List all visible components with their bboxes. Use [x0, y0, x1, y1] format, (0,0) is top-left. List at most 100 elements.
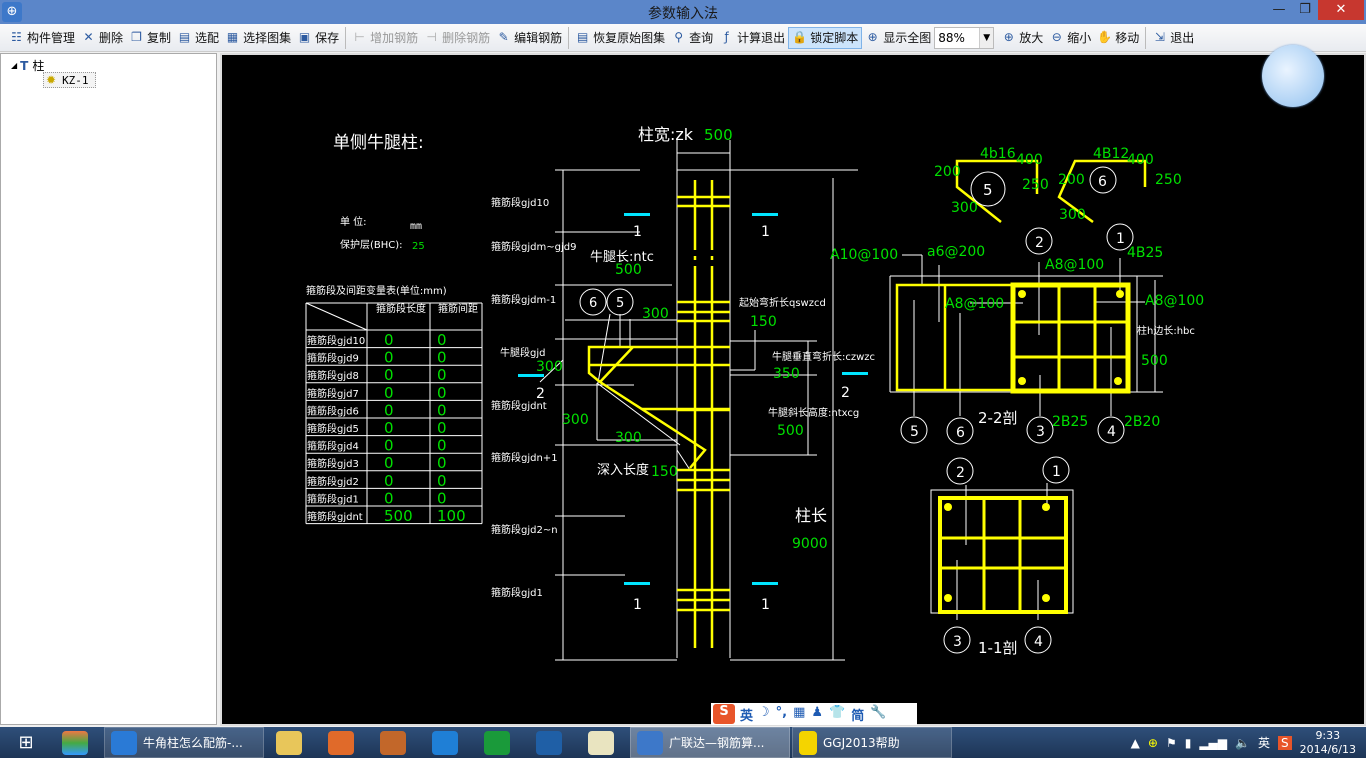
rebar-mark-1: 1	[1052, 464, 1061, 480]
toolbar-button-5[interactable]: ▣ 保存	[294, 27, 342, 49]
component-tree: ◢ T 柱 ✹ KZ-1	[0, 53, 217, 725]
toolbar-button-14[interactable]: ⊕ 放大	[998, 27, 1046, 49]
zoom-select[interactable]: 88% ▼	[934, 26, 995, 49]
clock[interactable]: 9:33 2014/6/13	[1300, 729, 1356, 757]
table-cell-length[interactable]: 0	[384, 384, 394, 402]
toolbar-button-4[interactable]: ▦ 选择图集	[222, 27, 294, 49]
mark-5: 5	[616, 296, 624, 311]
table-cell-length[interactable]: 0	[384, 331, 394, 349]
table-cell-spacing[interactable]: 0	[437, 472, 447, 490]
taskbar-store-icon[interactable]	[474, 727, 526, 758]
chevron-down-icon[interactable]: ▼	[979, 27, 994, 48]
section-1-mark: 1	[633, 597, 642, 613]
maximize-button[interactable]: ❐	[1290, 0, 1320, 20]
add-rebar-icon: ⊢	[354, 30, 365, 44]
taskbar-app-icon[interactable]	[318, 727, 370, 758]
toolbar-button-1[interactable]: ✕ 删除	[78, 27, 126, 49]
tray-lang[interactable]: 英	[1258, 734, 1270, 751]
taskbar-help-window[interactable]: GGJ2013帮助	[792, 727, 952, 758]
rebar-mark-1: 1	[1116, 231, 1125, 247]
ime-item[interactable]: 👕	[829, 705, 845, 724]
table-cell-spacing[interactable]: 0	[437, 349, 447, 367]
drawing-canvas[interactable]: 单侧牛腿柱: 单 位: mm 保护层(BHC): 25 箍筋段及间距变量表(单位…	[220, 45, 1366, 726]
table-cell-length[interactable]: 0	[384, 454, 394, 472]
table-cell-length[interactable]: 0	[384, 437, 394, 455]
taskbar-app-icon[interactable]	[526, 727, 578, 758]
section-markers	[518, 213, 868, 585]
close-button[interactable]: ✕	[1318, 0, 1364, 20]
sogou-icon[interactable]: S	[713, 704, 735, 724]
toolbar-button-6[interactable]: ⊢ 增加钢筋	[349, 27, 421, 49]
start-button[interactable]: ⊞	[0, 727, 52, 758]
table-cell-spacing[interactable]: 0	[437, 401, 447, 419]
table-cell-spacing[interactable]: 0	[437, 489, 447, 507]
table-cell-length[interactable]: 0	[384, 401, 394, 419]
table-cell-spacing[interactable]: 100	[437, 507, 466, 525]
toolbar-button-15[interactable]: ⊖ 缩小	[1046, 27, 1094, 49]
table-cell-length[interactable]: 0	[384, 472, 394, 490]
flag-icon[interactable]: ⚑	[1166, 736, 1177, 750]
s22-title: 2-2剖	[978, 409, 1018, 427]
copy-icon: ❐	[131, 30, 142, 44]
bar6-spec: 4B12	[1093, 146, 1129, 162]
help-icon	[799, 730, 817, 755]
toolbar-button-16[interactable]: ✋ 移动	[1094, 27, 1142, 49]
s22-2b20: 2B20	[1124, 414, 1160, 430]
toolbar-button-13[interactable]: ⊕ 显示全图	[862, 27, 934, 49]
s22-2b25: 2B25	[1052, 414, 1088, 430]
ime-item[interactable]: 🔧	[870, 705, 886, 724]
toolbar-button-0[interactable]: ☷ 构件管理	[6, 27, 78, 49]
battery-icon[interactable]: ▮	[1185, 736, 1192, 750]
tree-node-kz1[interactable]: ✹ KZ-1	[43, 72, 96, 88]
taskbar-notepad-icon[interactable]	[578, 727, 630, 758]
toolbar-button-2[interactable]: ❐ 复制	[126, 27, 174, 49]
table-cell-spacing[interactable]: 0	[437, 384, 447, 402]
taskbar-explorer-icon[interactable]	[266, 727, 318, 758]
volume-icon[interactable]: 🔈	[1235, 736, 1250, 750]
toolbar-button-7[interactable]: ⊣ 删除钢筋	[421, 27, 493, 49]
table-cell-length[interactable]: 0	[384, 349, 394, 367]
ime-lang[interactable]: 英	[740, 705, 753, 724]
component-manage-icon: ☷	[11, 30, 22, 44]
tree-node-column[interactable]: ◢ T 柱	[11, 57, 44, 74]
tray-expand-icon[interactable]: ▲	[1131, 736, 1140, 750]
toolbar-button-10[interactable]: ⚲ 查询	[668, 27, 716, 49]
ime-item[interactable]: °,	[776, 705, 787, 724]
ime-item[interactable]: ♟	[811, 705, 823, 724]
dim-300: 300	[642, 306, 669, 322]
table-row-name: 箍筋段gjd8	[307, 369, 359, 382]
toolbar-button-17[interactable]: ⇲ 退出	[1149, 27, 1197, 49]
table-cell-spacing[interactable]: 0	[437, 331, 447, 349]
taskbar-ggj-window[interactable]: 广联达—钢筋算...	[630, 727, 790, 758]
table-cell-length[interactable]: 0	[384, 489, 394, 507]
toolbar-button-9[interactable]: ▤ 恢复原始图集	[572, 27, 668, 49]
toolbar-button-3[interactable]: ▤ 选配	[174, 27, 222, 49]
collapse-icon[interactable]: ◢	[11, 61, 17, 70]
sogou-tray-icon[interactable]: S	[1277, 735, 1292, 750]
ime-item[interactable]: ▦	[793, 705, 805, 724]
taskbar-ie-window[interactable]: 牛角柱怎么配筋-...	[104, 727, 264, 758]
table-cell-length[interactable]: 0	[384, 419, 394, 437]
ime-item[interactable]: ☽	[758, 705, 770, 724]
network-icon[interactable]: ▂▄▆	[1199, 736, 1227, 750]
ime-item[interactable]: 简	[851, 705, 864, 724]
ime-toolbar[interactable]: S 英 ☽ °, ▦ ♟ 👕 简 🔧	[711, 703, 917, 725]
bar6-a: 400	[1127, 152, 1154, 168]
table-cell-spacing[interactable]: 0	[437, 366, 447, 384]
table-cell-length[interactable]: 0	[384, 366, 394, 384]
toolbar-button-12[interactable]: 🔒 锁定脚本	[788, 26, 863, 49]
slope-h-label: 牛腿斜长高度:ntxcg	[768, 406, 859, 419]
bar5-c: 250	[1022, 177, 1049, 193]
bar6-c: 250	[1155, 172, 1182, 188]
table-row-name: 箍筋段gjd5	[307, 422, 359, 435]
toolbar-button-11[interactable]: ƒ 计算退出	[716, 27, 788, 49]
taskbar-app-icon[interactable]	[370, 727, 422, 758]
table-cell-spacing[interactable]: 0	[437, 454, 447, 472]
taskbar-app-icon[interactable]	[422, 727, 474, 758]
taskbar-app-icon[interactable]	[52, 727, 104, 758]
table-cell-spacing[interactable]: 0	[437, 437, 447, 455]
tray-app-icon[interactable]: ⊕	[1148, 736, 1158, 750]
toolbar-button-8[interactable]: ✎ 编辑钢筋	[493, 27, 565, 49]
table-cell-length[interactable]: 500	[384, 507, 413, 525]
table-cell-spacing[interactable]: 0	[437, 419, 447, 437]
